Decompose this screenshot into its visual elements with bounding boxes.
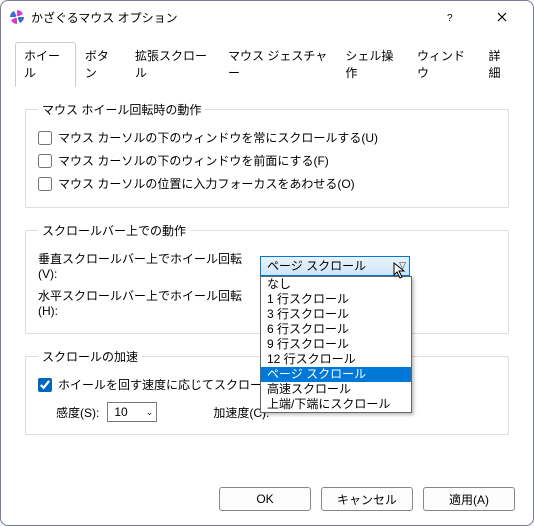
tabstrip: ホイール ボタン 拡張スクロール マウス ジェスチャー シェル操作 ウィンドウ … [15,41,519,87]
tab-detail[interactable]: 詳細 [480,42,519,87]
group-wheel-rotate: マウス ホイール回転時の動作 マウス カーソルの下のウィンドウを常にスクロールす… [25,101,509,208]
tab-gesture[interactable]: マウス ジェスチャー [219,42,336,87]
close-button[interactable] [479,2,525,32]
combo-value: 10 [114,405,127,419]
row-vertical-scroll: 垂直スクロールバー上でホイール回転(V): ページ スクロール ▽ なし 1 行… [38,247,496,284]
chk-scroll-under-box[interactable] [38,131,52,145]
chk-bring-front-box[interactable] [38,154,52,168]
opt-page[interactable]: ページ スクロール [261,367,411,382]
tab-window[interactable]: ウィンドウ [408,42,480,87]
chk-bring-front[interactable]: マウス カーソルの下のウィンドウを前面にする(F) [38,149,496,172]
chk-scroll-under[interactable]: マウス カーソルの下のウィンドウを常にスクロールする(U) [38,126,496,149]
chk-label: マウス カーソルの下のウィンドウを常にスクロールする(U) [58,129,378,146]
titlebar: かざぐるマウス オプション ? [1,1,533,33]
combo-vertical-scroll[interactable]: ページ スクロール ▽ なし 1 行スクロール 3 行スクロール 6 行スクロー… [260,256,410,276]
footer-buttons: OK キャンセル 適用(A) [219,487,515,511]
tab-panel-wheel: マウス ホイール回転時の動作 マウス カーソルの下のウィンドウを常にスクロールす… [15,87,519,459]
chk-focus-match-box[interactable] [38,177,52,191]
chevron-down-icon: ⌄ [146,407,154,418]
chevron-down-icon: ▽ [399,260,406,271]
opt-edge[interactable]: 上端/下端にスクロール [261,397,411,412]
opt-1line[interactable]: 1 行スクロール [261,292,411,307]
cancel-button[interactable]: キャンセル [321,487,413,511]
label-horizontal: 水平スクロールバー上でホイール回転(H): [38,287,254,318]
tab-extscroll[interactable]: 拡張スクロール [126,42,219,87]
opt-none[interactable]: なし [261,277,411,292]
opt-fast[interactable]: 高速スクロール [261,382,411,397]
chk-accel-box[interactable] [38,378,52,392]
chk-label: マウス カーソルの位置に入力フォーカスをあわせる(O) [58,175,355,192]
group-legend: スクロールバー上での動作 [38,222,190,239]
opt-9line[interactable]: 9 行スクロール [261,337,411,352]
group-legend: マウス ホイール回転時の動作 [38,101,205,118]
dropdown-vertical-scroll[interactable]: なし 1 行スクロール 3 行スクロール 6 行スクロール 9 行スクロール 1… [260,276,412,413]
group-scrollbar: スクロールバー上での動作 垂直スクロールバー上でホイール回転(V): ページ ス… [25,222,509,334]
label-sensitivity: 感度(S): [56,404,99,421]
label-vertical: 垂直スクロールバー上でホイール回転(V): [38,250,254,281]
chk-focus-match[interactable]: マウス カーソルの位置に入力フォーカスをあわせる(O) [38,172,496,195]
opt-12line[interactable]: 12 行スクロール [261,352,411,367]
group-legend: スクロールの加速 [38,348,142,365]
pinwheel-icon [9,9,25,25]
combo-value: ページ スクロール [267,257,366,274]
ok-button[interactable]: OK [219,487,311,511]
chk-label: マウス カーソルの下のウィンドウを前面にする(F) [58,152,329,169]
dialog-window: かざぐるマウス オプション ? ホイール ボタン 拡張スクロール マウス ジェス… [0,0,534,526]
opt-6line[interactable]: 6 行スクロール [261,322,411,337]
tab-button[interactable]: ボタン [76,42,126,87]
tab-wheel[interactable]: ホイール [15,42,76,87]
tab-shell[interactable]: シェル操作 [336,42,408,87]
window-title: かざぐるマウス オプション [31,9,421,26]
opt-3line[interactable]: 3 行スクロール [261,307,411,322]
combo-sensitivity[interactable]: 10 ⌄ [107,402,157,422]
help-button[interactable]: ? [427,2,473,32]
body: ホイール ボタン 拡張スクロール マウス ジェスチャー シェル操作 ウィンドウ … [1,33,533,459]
apply-button[interactable]: 適用(A) [423,487,515,511]
svg-text:?: ? [447,13,453,22]
